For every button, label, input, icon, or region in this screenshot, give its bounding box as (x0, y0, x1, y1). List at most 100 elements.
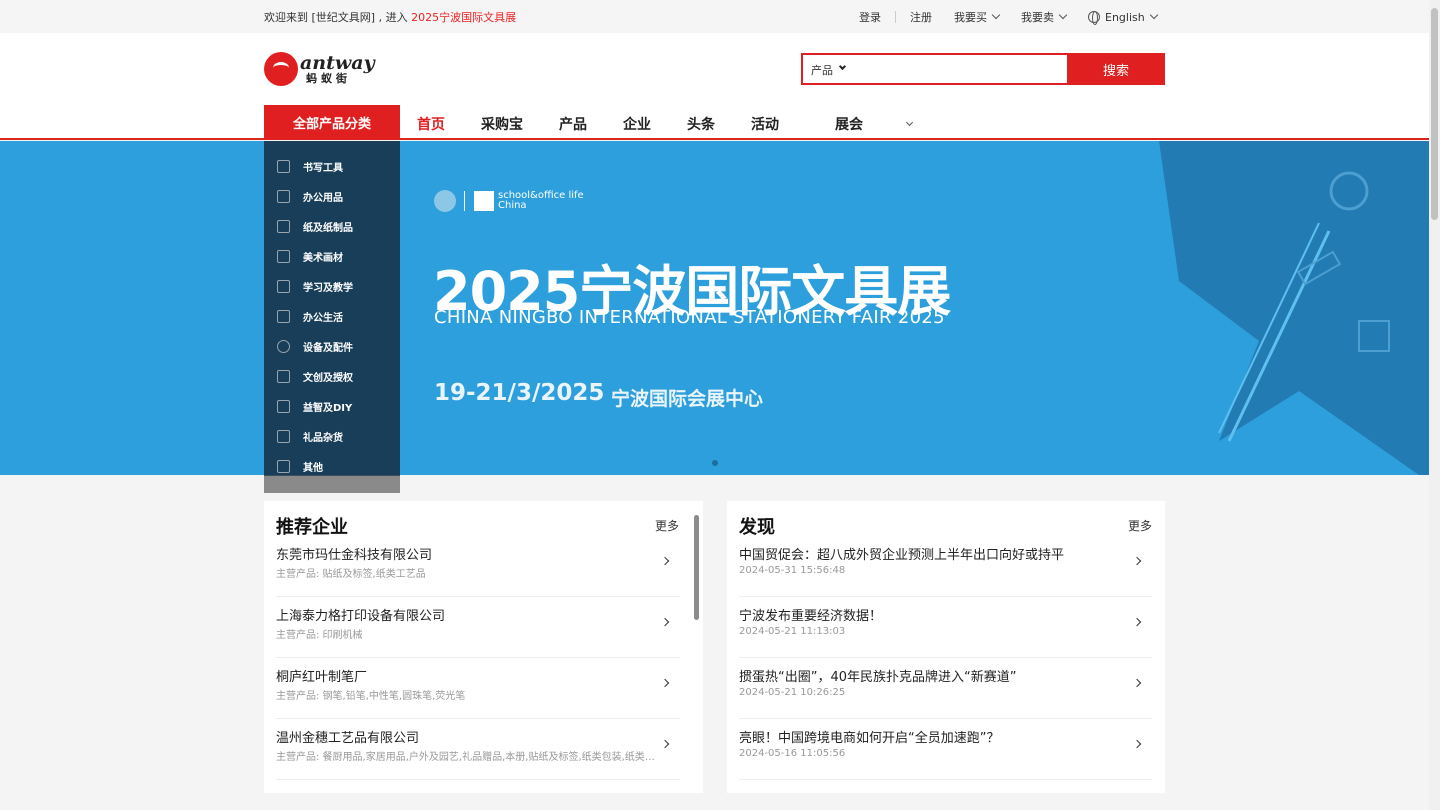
category-label: 纸及纸制品 (303, 222, 353, 234)
carousel-dot[interactable] (712, 460, 718, 466)
recommended-companies-panel: 推荐企业 更多 东莞市玛仕金科技有限公司 主营产品: 贴纸及标签,纸类工艺品 上… (264, 501, 703, 793)
more-link[interactable]: 更多 (1128, 517, 1152, 534)
news-time: 2024-05-21 11:13:03 (739, 626, 846, 637)
search-button[interactable]: 搜索 (1067, 53, 1165, 85)
category-study[interactable]: 学习及教学 (264, 271, 400, 301)
chevron-down-icon (1058, 10, 1068, 20)
chevron-right-icon (660, 678, 670, 688)
hero-banner[interactable]: school&office life China 2025宁波国际文具展 CHI… (0, 141, 1429, 475)
chevron-down-icon (991, 10, 1001, 20)
list-item[interactable]: 桐庐红叶制笔厂 主营产品: 钢笔,铅笔,中性笔,圆珠笔,荧光笔 (276, 658, 680, 719)
company-name: 桐庐红叶制笔厂 (276, 670, 368, 685)
news-title: 宁波发布重要经济数据！ (739, 609, 883, 624)
scrollbar-thumb[interactable] (1431, 8, 1438, 220)
list-item[interactable]: 宁波发布重要经济数据！ 2024-05-21 11:13:03 (739, 597, 1152, 658)
register-link[interactable]: 注册 (910, 9, 932, 25)
company-products: 主营产品: 餐厨用品,家居用品,户外及园艺,礼品赠品,本册,贴纸及标签,纸类包装… (276, 752, 661, 763)
banner-subtitle: CHINA NINGBO INTERNATIONAL STATIONERY FA… (434, 307, 945, 328)
language-label: English (1105, 10, 1145, 24)
search-scope-select[interactable]: 产品 (803, 55, 851, 83)
search-scope-label: 产品 (811, 64, 833, 77)
grid-icon (277, 459, 290, 473)
category-label: 美术画材 (303, 252, 343, 264)
category-office-life[interactable]: 办公生活 (264, 301, 400, 331)
company-products: 主营产品: 钢笔,铅笔,中性笔,圆珠笔,荧光笔 (276, 691, 466, 702)
welcome-prefix: 欢迎来到 [世纪文具网] , 进入 (264, 11, 412, 24)
more-link[interactable]: 更多 (655, 517, 679, 534)
mask-icon (277, 369, 290, 383)
banner-venue: 宁波国际会展中心 (611, 388, 764, 410)
nav-events[interactable]: 活动 (751, 114, 779, 134)
category-label: 其他 (303, 462, 323, 474)
nav-items: 首页 采购宝 产品 企业 头条 活动 展会 (417, 114, 948, 134)
company-products: 主营产品: 贴纸及标签,纸类工艺品 (276, 569, 426, 580)
sell-label: 我要卖 (1021, 11, 1054, 24)
bottle-icon (277, 279, 290, 293)
login-link[interactable]: 登录 (859, 9, 881, 25)
divider (464, 191, 465, 211)
chevron-right-icon (660, 739, 670, 749)
list-item[interactable]: 温州金穗工艺品有限公司 主营产品: 餐厨用品,家居用品,户外及园艺,礼品赠品,本… (276, 719, 680, 780)
news-title: 亮眼！中国跨境电商如何开启“全员加速跑”？ (739, 731, 1000, 746)
page-scrollbar[interactable] (1429, 0, 1440, 810)
nav-purchase[interactable]: 采购宝 (481, 114, 523, 134)
top-bar: 欢迎来到 [世纪文具网] , 进入 2025宁波国际文具展 登录 注册 我要买 … (0, 0, 1440, 33)
category-label: 办公生活 (303, 312, 343, 324)
category-gifts[interactable]: 礼品杂货 (264, 421, 400, 451)
all-categories-button[interactable]: 全部产品分类 (264, 105, 400, 140)
nav-companies[interactable]: 企业 (623, 114, 651, 134)
logo-words: antway 蚂蚁街 (300, 52, 375, 85)
category-label: 文创及授权 (303, 372, 353, 384)
top-links: 登录 注册 我要买 我要卖 English (859, 9, 1158, 25)
banner-date: 19-21/3/2025 (434, 380, 605, 406)
gift-icon (277, 429, 290, 443)
nav-exhibitions-label: 展会 (835, 117, 863, 133)
news-title: 掼蛋热“出圈”，40年民族扑克品牌进入“新赛道” (739, 670, 1017, 685)
school-office-logo-icon (474, 191, 494, 211)
nav-headlines[interactable]: 头条 (687, 114, 715, 134)
news-title: 中国贸促会：超八成外贸企业预测上半年出口向好或持平 (739, 548, 1065, 563)
site-logo[interactable]: antway 蚂蚁街 (264, 52, 375, 86)
palette-icon (277, 249, 290, 263)
chevron-right-icon (1132, 556, 1142, 566)
category-label: 设备及配件 (303, 342, 353, 354)
category-diy[interactable]: 益智及DIY (264, 391, 400, 421)
fair-link[interactable]: 2025宁波国际文具展 (411, 11, 516, 24)
language-menu[interactable]: English (1088, 10, 1158, 25)
chevron-down-icon (905, 118, 914, 127)
pen-nib-graphic (1159, 141, 1429, 475)
fair-logo-text: school&office life China (498, 190, 584, 212)
list-item[interactable]: 亮眼！中国跨境电商如何开启“全员加速跑”？ 2024-05-16 11:05:5… (739, 719, 1152, 780)
list-item[interactable]: 东莞市玛仕金科技有限公司 主营产品: 贴纸及标签,纸类工艺品 (276, 536, 680, 597)
chevron-down-icon (1149, 10, 1158, 20)
welcome-text: 欢迎来到 [世纪文具网] , 进入 2025宁波国际文具展 (264, 9, 516, 25)
notebook-icon (277, 219, 290, 233)
logo-cn: 蚂蚁街 (306, 72, 351, 85)
list-item[interactable]: 掼蛋热“出圈”，40年民族扑克品牌进入“新赛道” 2024-05-21 10:2… (739, 658, 1152, 719)
nav-products[interactable]: 产品 (559, 114, 587, 134)
list-item[interactable]: 上海泰力格打印设备有限公司 主营产品: 印刷机械 (276, 597, 680, 658)
buy-menu[interactable]: 我要买 (954, 9, 1001, 25)
sell-menu[interactable]: 我要卖 (1021, 9, 1068, 25)
category-creative[interactable]: 文创及授权 (264, 361, 400, 391)
search-input[interactable] (851, 55, 1067, 83)
scrollbar-thumb[interactable] (694, 515, 699, 620)
logo-en: antway (300, 52, 375, 74)
ufi-logo-icon (434, 190, 456, 212)
ant-logo-icon (264, 52, 298, 86)
category-equipment[interactable]: 设备及配件 (264, 331, 400, 361)
company-name: 东莞市玛仕金科技有限公司 (276, 548, 433, 563)
nav-exhibitions[interactable]: 展会 (835, 114, 914, 134)
category-writing[interactable]: 书写工具 (264, 151, 400, 181)
panel-scrollbar[interactable] (693, 505, 700, 789)
header: antway 蚂蚁街 产品 搜索 (0, 33, 1440, 105)
globe-icon (1088, 11, 1100, 25)
category-art[interactable]: 美术画材 (264, 241, 400, 271)
category-paper[interactable]: 纸及纸制品 (264, 211, 400, 241)
chevron-right-icon (1132, 739, 1142, 749)
category-office[interactable]: 办公用品 (264, 181, 400, 211)
divider (895, 11, 896, 23)
list-item[interactable]: 中国贸促会：超八成外贸企业预测上半年出口向好或持平 2024-05-31 15:… (739, 536, 1152, 597)
fair-logo-line2: China (498, 200, 527, 211)
nav-home[interactable]: 首页 (417, 114, 445, 134)
